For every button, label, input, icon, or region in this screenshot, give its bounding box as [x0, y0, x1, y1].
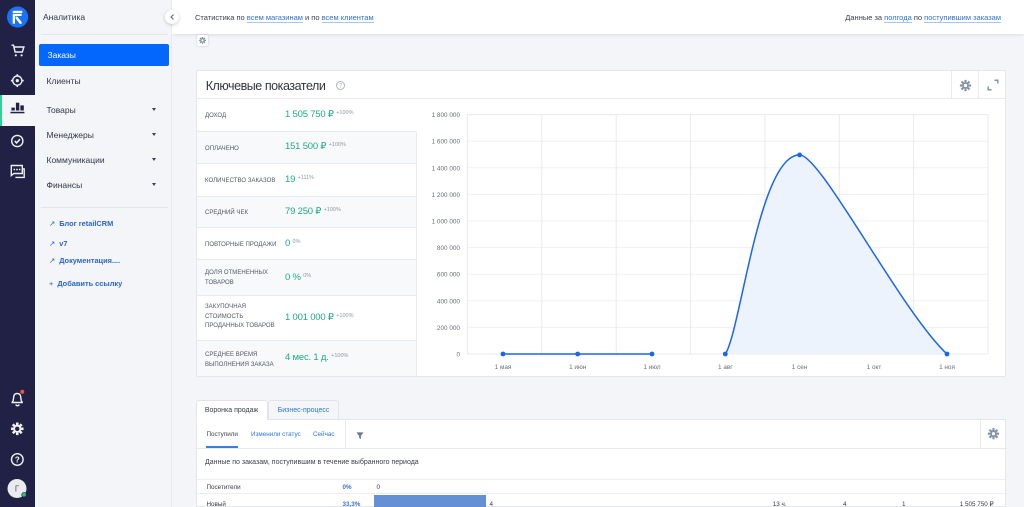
svg-text:1 авг: 1 авг — [717, 364, 732, 371]
svg-text:0: 0 — [456, 352, 460, 359]
svg-text:1 ноя: 1 ноя — [939, 364, 955, 371]
svg-text:1 000 000: 1 000 000 — [431, 219, 460, 226]
svg-text:1 окт: 1 окт — [866, 364, 881, 371]
svg-text:1 июн: 1 июн — [569, 364, 587, 371]
svg-text:1 сен: 1 сен — [791, 364, 807, 371]
svg-text:1 200 000: 1 200 000 — [431, 192, 460, 199]
svg-text:800 000: 800 000 — [436, 245, 460, 252]
svg-text:?: ? — [15, 456, 20, 465]
svg-text:400 000: 400 000 — [436, 298, 460, 305]
svg-text:1 июл: 1 июл — [643, 364, 661, 371]
svg-text:600 000: 600 000 — [436, 272, 460, 279]
svg-text:Г: Г — [15, 485, 20, 494]
svg-text:1 600 000: 1 600 000 — [431, 139, 460, 146]
svg-text:1 800 000: 1 800 000 — [431, 112, 460, 119]
svg-text:200 000: 200 000 — [436, 325, 460, 332]
svg-text:1 мая: 1 мая — [494, 364, 511, 371]
svg-text:1 400 000: 1 400 000 — [431, 165, 460, 172]
